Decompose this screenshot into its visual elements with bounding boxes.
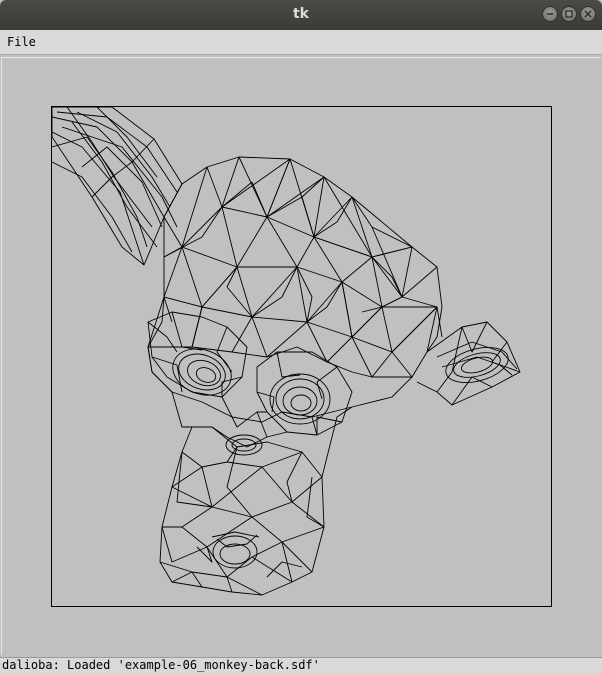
menu-file[interactable]: File: [2, 33, 41, 51]
render-viewport[interactable]: [51, 106, 552, 607]
status-bar: dalioba: Loaded 'example-06_monkey-back.…: [0, 657, 602, 673]
status-message: dalioba: Loaded 'example-06_monkey-back.…: [2, 658, 320, 672]
window-controls: [542, 6, 596, 22]
wireframe-model: [52, 107, 521, 596]
drawing-canvas[interactable]: [1, 57, 601, 655]
close-button[interactable]: [580, 6, 596, 22]
maximize-button[interactable]: [561, 6, 577, 22]
close-icon: [584, 10, 592, 18]
minimize-icon: [547, 13, 553, 15]
title-bar[interactable]: tk: [0, 0, 602, 30]
menu-bar: File: [0, 30, 602, 55]
maximize-icon: [565, 10, 573, 18]
window-title: tk: [292, 6, 309, 22]
minimize-button[interactable]: [542, 6, 558, 22]
app-window: tk File dalioba: Loaded 'example-06_monk…: [0, 0, 602, 673]
